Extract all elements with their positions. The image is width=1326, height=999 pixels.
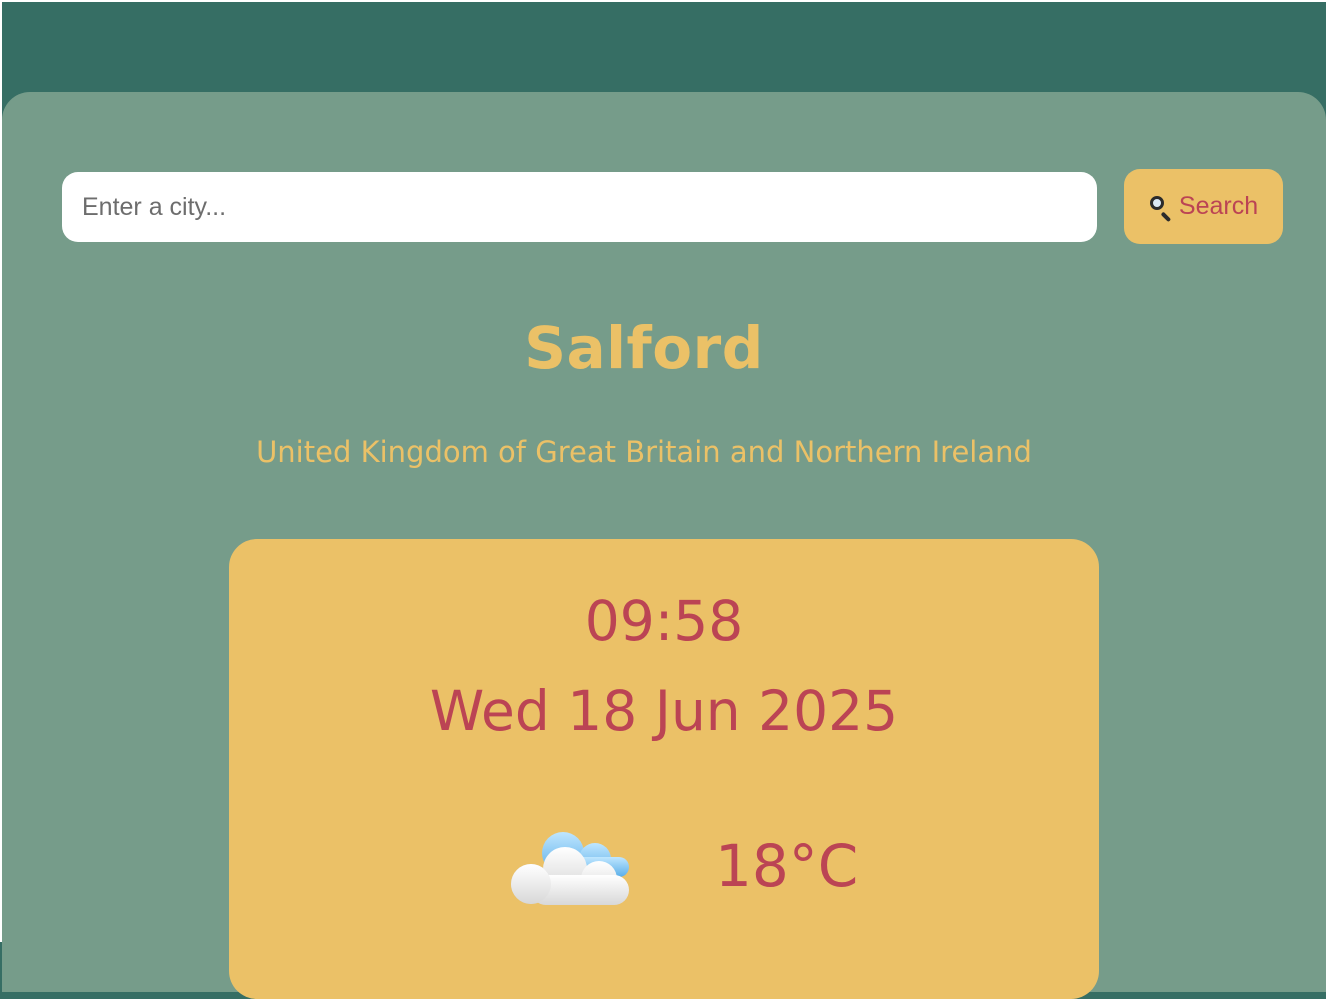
weather-panel: Search Salford United Kingdom of Great B… (2, 92, 1326, 999)
search-button-label: Search (1178, 192, 1259, 220)
city-name: Salford (524, 314, 764, 382)
temperature: 18°C (715, 832, 859, 900)
country-name: United Kingdom of Great Britain and Nort… (256, 435, 1032, 469)
weather-card: 09:58 Wed 18 Jun 2025 18°C (229, 539, 1099, 999)
local-time: 09:58 (584, 589, 744, 653)
magnifying-glass-icon (1149, 195, 1173, 222)
local-date: Wed 18 Jun 2025 (429, 679, 899, 743)
city-search-input[interactable] (62, 172, 1097, 242)
cloud-icon (511, 832, 629, 905)
search-button[interactable]: Search (1124, 169, 1283, 244)
top-bar (0, 0, 1326, 92)
